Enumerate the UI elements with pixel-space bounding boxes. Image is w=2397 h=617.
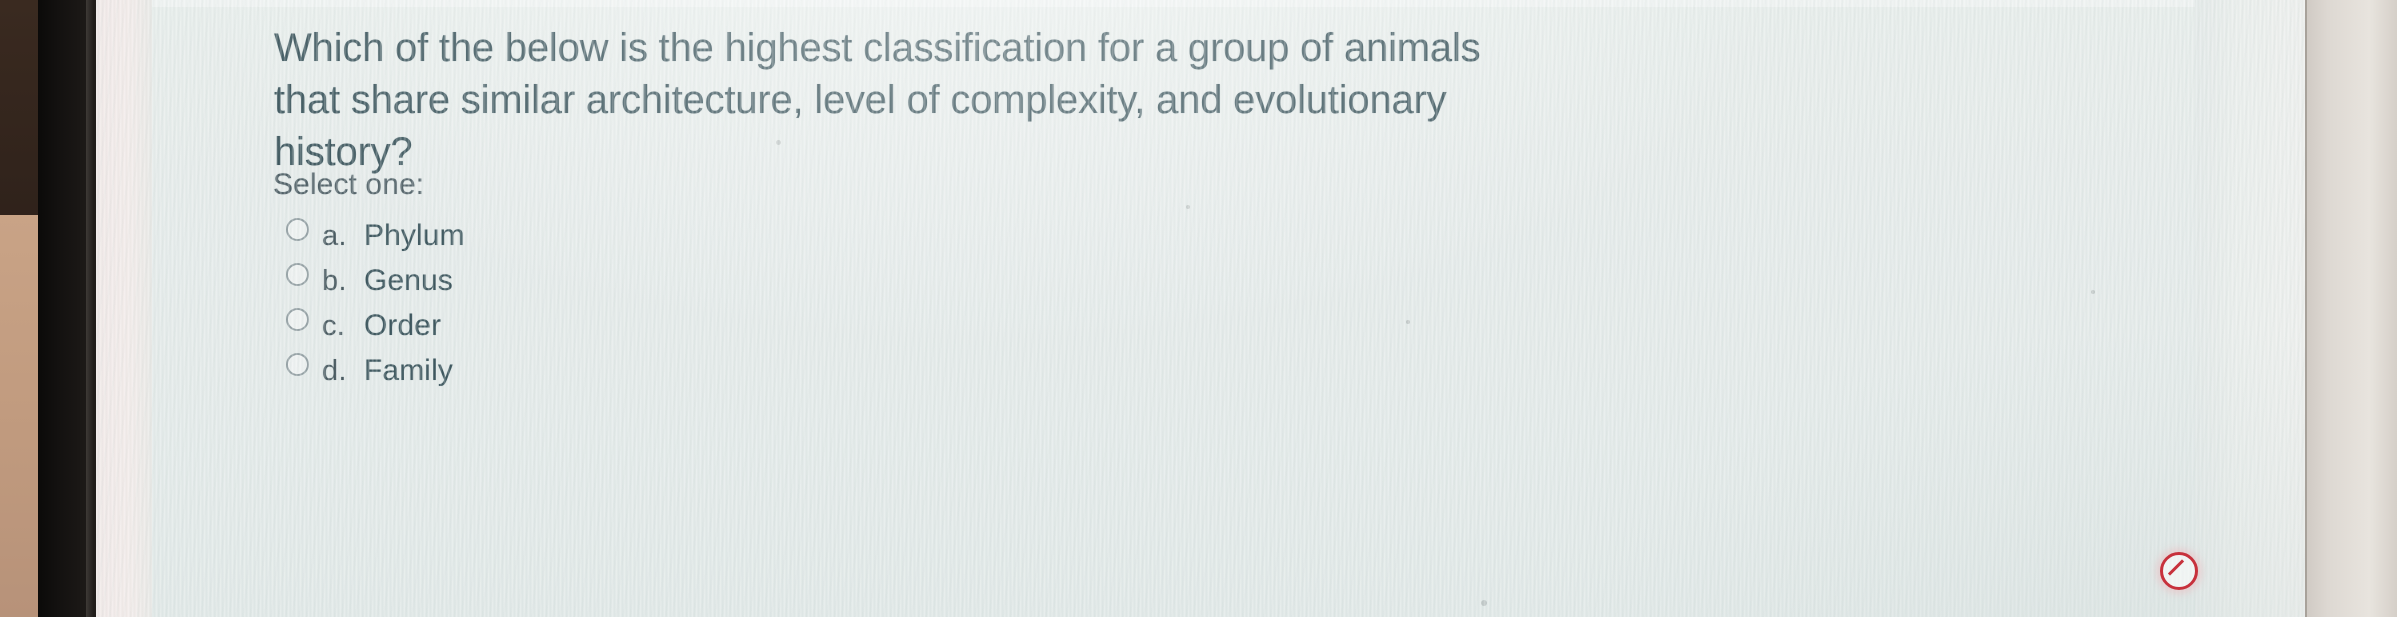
radio-button-c-icon[interactable]: [286, 307, 309, 331]
radio-button-a-icon[interactable]: [286, 217, 309, 241]
select-one-label: Select one:: [273, 168, 425, 201]
desk-edge-tan: [0, 215, 38, 617]
monitor-photograph: Which of the below is the highest classi…: [0, 0, 2397, 617]
dust-speck: [2091, 290, 2095, 294]
answer-option-c[interactable]: c. Order: [286, 304, 465, 348]
quiz-content: Which of the below is the highest classi…: [96, 0, 2305, 617]
answer-option-d-letter: d.: [322, 354, 347, 387]
radio-button-d-icon[interactable]: [286, 352, 309, 376]
dust-speck: [776, 140, 781, 145]
dust-speck: [1406, 320, 1410, 324]
monitor-bezel-highlight: [86, 0, 94, 617]
screen-area: Which of the below is the highest classi…: [96, 0, 2305, 617]
answer-option-b-label[interactable]: Genus: [364, 264, 453, 298]
no-entry-icon: [2160, 552, 2198, 590]
answer-option-a[interactable]: a. Phylum: [286, 214, 465, 258]
answer-options-list: a. Phylum b. Genus c. Order d. Family: [286, 214, 465, 394]
answer-option-d[interactable]: d. Family: [286, 349, 465, 393]
dust-speck: [1481, 600, 1487, 606]
wall-right: [2305, 0, 2397, 617]
question-text: Which of the below is the highest classi…: [274, 26, 1481, 174]
answer-option-a-label[interactable]: Phylum: [364, 219, 465, 253]
dust-speck: [1186, 205, 1190, 209]
answer-option-d-label[interactable]: Family: [364, 354, 453, 388]
answer-option-a-letter: a.: [322, 219, 347, 252]
answer-option-c-letter: c.: [322, 309, 345, 342]
answer-option-b-letter: b.: [322, 264, 347, 297]
radio-button-b-icon[interactable]: [286, 262, 309, 286]
answer-option-c-label[interactable]: Order: [364, 309, 441, 343]
answer-option-b[interactable]: b. Genus: [286, 259, 465, 303]
